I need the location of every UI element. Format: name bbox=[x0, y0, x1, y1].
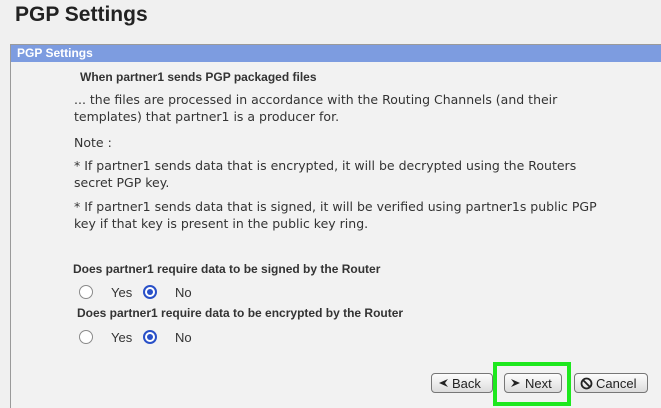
encrypted-question-label: Does partner1 require data to be encrypt… bbox=[77, 306, 404, 320]
encrypted-yes-radio[interactable] bbox=[79, 330, 93, 344]
signed-no-radio[interactable] bbox=[143, 285, 157, 299]
back-arrow-icon bbox=[437, 378, 449, 388]
panel-header: PGP Settings bbox=[11, 45, 661, 62]
encrypted-no-radio[interactable] bbox=[143, 330, 157, 344]
intro-text-line1: ... the files are processed in accordanc… bbox=[74, 92, 558, 107]
note-encrypted-line1: * If partner1 sends data that is encrypt… bbox=[74, 158, 577, 173]
cancel-button-label: Cancel bbox=[596, 375, 637, 391]
cancel-button[interactable]: Cancel bbox=[574, 373, 648, 393]
intro-text-line2: templates) that partner1 is a producer f… bbox=[74, 109, 340, 124]
page-title: PGP Settings bbox=[15, 3, 148, 26]
signed-yes-radio[interactable] bbox=[79, 285, 93, 299]
back-button-label: Back bbox=[452, 375, 481, 391]
encrypted-yes-label[interactable]: Yes bbox=[111, 330, 132, 346]
next-button-highlight bbox=[493, 362, 571, 406]
signed-question-label: Does partner1 require data to be signed … bbox=[73, 262, 381, 276]
encrypted-no-label[interactable]: No bbox=[175, 330, 192, 346]
cancel-icon bbox=[580, 377, 593, 390]
note-signed-line2: key if that key is present in the public… bbox=[74, 216, 369, 231]
back-button[interactable]: Back bbox=[431, 373, 493, 393]
note-label: Note : bbox=[74, 135, 112, 150]
signed-yes-label[interactable]: Yes bbox=[111, 285, 132, 301]
section-heading: When partner1 sends PGP packaged files bbox=[80, 70, 317, 84]
note-signed-line1: * If partner1 sends data that is signed,… bbox=[74, 199, 597, 214]
signed-no-label[interactable]: No bbox=[175, 285, 192, 301]
note-encrypted-line2: secret PGP key. bbox=[74, 175, 170, 190]
